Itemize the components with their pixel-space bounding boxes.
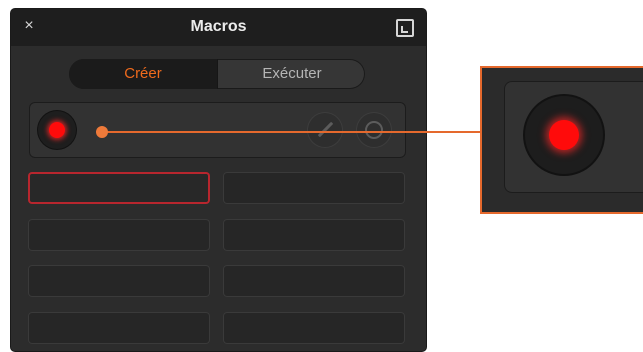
macro-slot-2[interactable] — [223, 172, 405, 204]
title-bar: × Macros — [11, 9, 426, 46]
mode-tabs: Créer Exécuter — [69, 59, 365, 89]
record-button[interactable] — [38, 111, 76, 149]
record-bar — [29, 102, 406, 158]
edit-button[interactable] — [308, 113, 342, 147]
callout-line — [101, 131, 481, 133]
tab-create[interactable]: Créer — [69, 59, 217, 89]
macro-slot-8[interactable] — [223, 312, 405, 344]
macro-slot-3[interactable] — [28, 219, 210, 251]
stop-button[interactable] — [357, 113, 391, 147]
stop-icon — [365, 121, 383, 139]
panel-title: Macros — [190, 18, 247, 35]
macro-slot-5[interactable] — [28, 265, 210, 297]
zoom-callout — [480, 66, 643, 214]
macro-slot-7[interactable] — [28, 312, 210, 344]
window-mode-icon[interactable] — [396, 19, 414, 37]
macro-slot-6[interactable] — [223, 265, 405, 297]
macros-panel: × Macros Créer Exécuter — [11, 9, 426, 351]
macro-slot-4[interactable] — [223, 219, 405, 251]
zoomed-record-bar — [504, 81, 643, 193]
zoomed-record-button — [525, 96, 603, 174]
record-icon — [49, 122, 65, 138]
tab-run[interactable]: Exécuter — [217, 59, 365, 89]
zoomed-record-icon — [549, 120, 579, 150]
macro-slot-1[interactable] — [28, 172, 210, 204]
pencil-icon — [317, 121, 334, 138]
callout-anchor-dot — [96, 126, 108, 138]
